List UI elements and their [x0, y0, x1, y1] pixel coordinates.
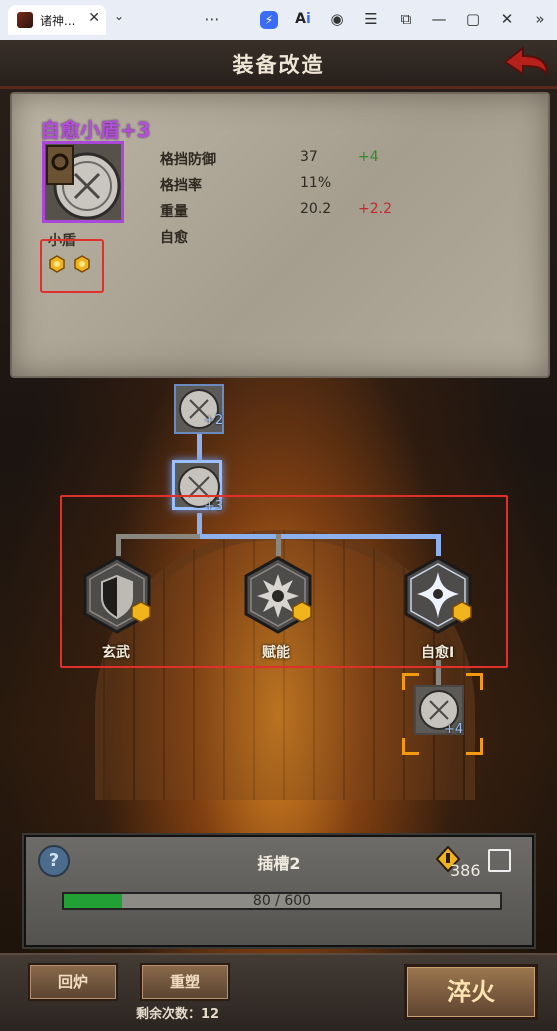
stat-delta: +4 — [358, 149, 379, 165]
progress-bar: 80 / 600 — [62, 892, 502, 910]
recycle-button[interactable]: 回炉 — [28, 963, 118, 1001]
stat-row: 重量 20.2 +2.2 — [160, 201, 440, 225]
socket-gem-icon — [74, 255, 90, 273]
selection-corner — [466, 673, 483, 690]
close-icon[interactable]: ✕ — [496, 8, 518, 30]
title-bar: 装备改造 — [0, 40, 557, 89]
browser-tab[interactable]: 诸神... ✕ — [8, 5, 106, 35]
stat-row: 格挡防御 37 +4 — [160, 149, 440, 173]
skill-label: 自愈I — [421, 645, 455, 661]
tab-list-chevron-icon[interactable]: ⌄ — [114, 9, 124, 23]
reshape-button[interactable]: 重塑 — [140, 963, 230, 1001]
node-level: +4 — [444, 722, 464, 737]
selection-corner — [466, 738, 483, 755]
stat-label: 重量 — [160, 204, 188, 220]
profile-icon[interactable]: ◉ — [326, 8, 348, 30]
skill-label: 玄武 — [102, 645, 130, 661]
shield-half-icon[interactable] — [82, 556, 152, 634]
item-portrait[interactable] — [42, 141, 124, 223]
heal-star-icon[interactable] — [403, 556, 473, 634]
ai-icon[interactable]: Ai — [292, 8, 314, 30]
stat-delta: +2.2 — [358, 201, 392, 217]
stat-row: 自愈 — [160, 227, 440, 251]
tab-close-icon[interactable]: ✕ — [88, 10, 100, 26]
stat-value: 11% — [300, 175, 332, 191]
tab-title: 诸神... — [40, 14, 76, 28]
socket-group — [40, 239, 104, 293]
maximize-icon[interactable]: ▢ — [462, 8, 484, 30]
slot-checkbox[interactable] — [488, 849, 511, 872]
quench-button[interactable]: 淬火 — [404, 964, 538, 1020]
node-level: +2 — [204, 413, 224, 428]
burst-icon[interactable] — [243, 556, 313, 634]
page-title: 装备改造 — [232, 53, 325, 77]
selection-corner — [402, 738, 419, 755]
socket-gem-icon — [49, 255, 65, 273]
skill-label: 赋能 — [262, 645, 290, 661]
browser-chrome: 诸神... ✕ ⌄ ⋯ ⚡ Ai ◉ ☰ ⧉ — ▢ ✕ » — [0, 0, 557, 41]
extension-bolt-icon[interactable]: ⚡ — [260, 11, 278, 29]
stat-label: 格挡率 — [160, 178, 202, 194]
more-icon[interactable]: ⋯ — [201, 8, 223, 30]
stat-row: 格挡率 11% — [160, 175, 440, 199]
stat-value: 37 — [300, 149, 318, 165]
progress-text: 80 / 600 — [252, 893, 312, 909]
screenshot-icon[interactable]: ⧉ — [395, 8, 417, 30]
stat-value: 20.2 — [300, 201, 332, 217]
game-favicon-icon — [17, 12, 33, 28]
menu-icon[interactable]: ☰ — [360, 8, 382, 30]
slot-panel: ? 插槽2 386 80 / 600 — [24, 835, 534, 947]
chevrons-icon[interactable]: » — [529, 8, 551, 30]
cost-value: 386 — [450, 861, 481, 880]
stat-label: 自愈 — [160, 230, 188, 246]
remaining-count: 剩余次数：12 — [136, 1007, 220, 1022]
minimize-icon[interactable]: — — [428, 8, 450, 30]
stat-label: 格挡防御 — [160, 152, 216, 168]
item-name: 自愈小盾+3 — [40, 118, 151, 142]
back-arrow-icon[interactable] — [503, 46, 549, 78]
shield-icon — [46, 145, 121, 220]
item-info-panel: 自愈小盾+3 小盾 格挡防御 37 +4 格挡率 11% 重量 20.2 +2.… — [10, 92, 550, 378]
